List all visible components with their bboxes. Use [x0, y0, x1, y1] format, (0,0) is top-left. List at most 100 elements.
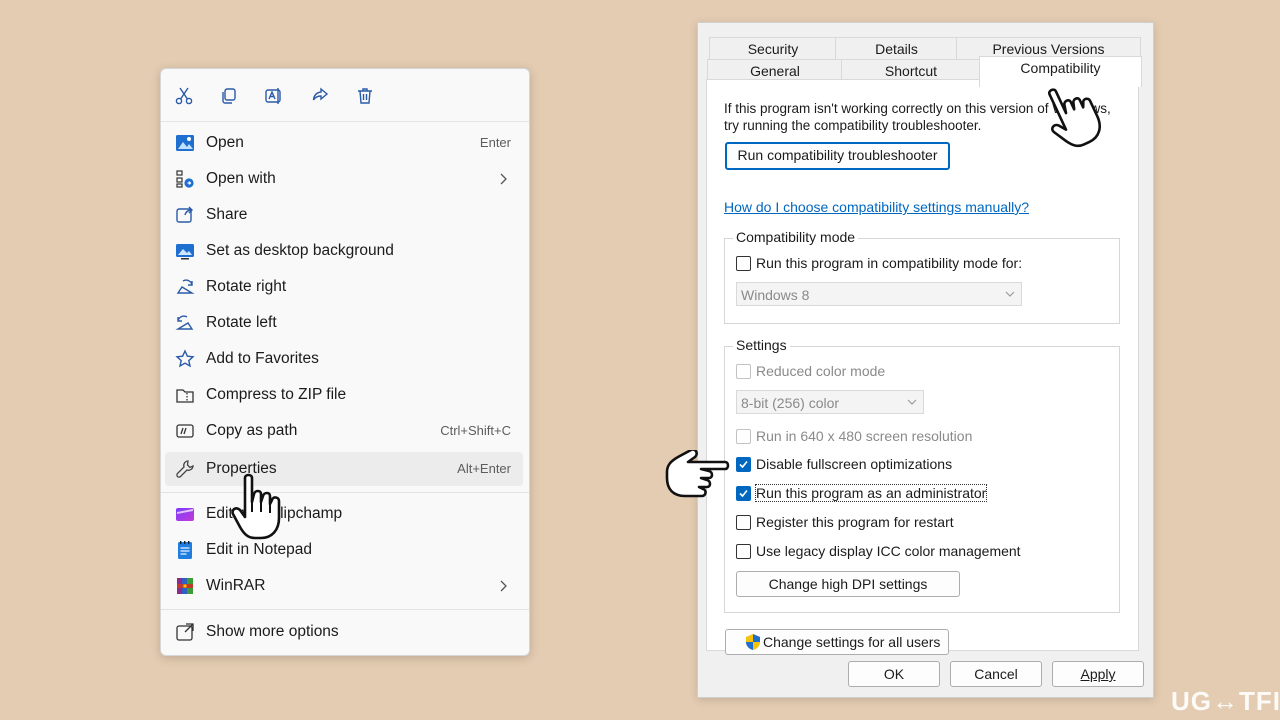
context-menu-toolbar	[161, 69, 529, 122]
legacy-icc-checkbox[interactable]	[736, 544, 751, 559]
menu-item-rotate-right[interactable]: Rotate right	[165, 270, 523, 304]
menu-item-label: Rotate left	[206, 314, 277, 331]
menu-separator	[161, 492, 529, 493]
compat-os-value: Windows 8	[741, 287, 810, 303]
compat-os-select: Windows 8	[736, 282, 1022, 306]
menu-item-label: Copy as path	[206, 422, 298, 439]
open-with-icon	[175, 169, 195, 189]
run-as-admin-checkbox[interactable]	[736, 486, 751, 501]
menu-item-label: WinRAR	[206, 577, 266, 594]
menu-item-share[interactable]: Share	[165, 198, 523, 232]
ok-button[interactable]: OK	[848, 661, 940, 687]
share-icon	[175, 205, 195, 225]
menu-item-label: Rotate right	[206, 278, 287, 295]
run-as-admin-row[interactable]: Run this program as an administrator	[736, 484, 1036, 503]
copy-button[interactable]	[215, 82, 243, 110]
menu-item-label: Open with	[206, 170, 276, 187]
copy-icon	[222, 88, 236, 104]
menu-item-open[interactable]: Open Enter	[165, 126, 523, 160]
reduced-color-label: Reduced color mode	[756, 363, 886, 379]
low-resolution-checkbox	[736, 429, 751, 444]
menu-item-edit-clipchamp[interactable]: Edit with Clipchamp	[165, 497, 523, 531]
menu-item-set-desktop-background[interactable]: Set as desktop background	[165, 234, 523, 268]
compatibility-mode-group: Compatibility mode Run this program in c…	[724, 229, 1120, 324]
menu-item-label: Share	[206, 206, 248, 223]
delete-button[interactable]	[351, 82, 379, 110]
tab-security[interactable]: Security	[709, 37, 837, 60]
settings-group: Settings Reduced color mode 8-bit (256) …	[724, 337, 1120, 613]
checkmark-icon	[739, 489, 748, 498]
fullscreen-opt-checkbox[interactable]	[736, 457, 751, 472]
menu-separator	[161, 609, 529, 610]
compatibility-help-link[interactable]: How do I choose compatibility settings m…	[724, 199, 1029, 215]
rename-button[interactable]	[260, 82, 288, 110]
menu-item-label: Set as desktop background	[206, 242, 394, 259]
all-users-button[interactable]: Change settings for all users	[725, 629, 949, 655]
chevron-down-icon	[1005, 291, 1015, 297]
watermark-logo: UG↔TFIX	[1171, 686, 1280, 716]
winrar-icon	[175, 576, 195, 596]
menu-item-add-to-favorites[interactable]: Add to Favorites	[165, 342, 523, 376]
compat-mode-checkbox-row[interactable]: Run this program in compatibility mode f…	[736, 255, 1066, 273]
menu-item-show-more-options[interactable]: Show more options	[165, 615, 523, 649]
wrench-icon	[175, 459, 195, 479]
run-as-admin-label: Run this program as an administrator	[754, 484, 988, 502]
delete-icon	[358, 88, 372, 104]
pointer-hand-icon	[231, 473, 281, 540]
color-depth-value: 8-bit (256) color	[741, 395, 840, 411]
cancel-button[interactable]: Cancel	[950, 661, 1042, 687]
rotate-right-icon	[175, 277, 195, 297]
pointer-hand-icon	[665, 450, 730, 498]
compat-mode-label: Run this program in compatibility mode f…	[756, 255, 1023, 271]
cut-icon	[175, 87, 193, 105]
uac-shield-icon	[746, 634, 760, 650]
register-restart-checkbox[interactable]	[736, 515, 751, 530]
show-more-icon	[175, 622, 195, 642]
share-icon	[312, 87, 329, 101]
menu-item-rotate-left[interactable]: Rotate left	[165, 306, 523, 340]
reduced-color-row: Reduced color mode	[736, 363, 1036, 381]
reduced-color-checkbox	[736, 364, 751, 379]
menu-item-label: Edit in Notepad	[206, 541, 312, 558]
low-resolution-label: Run in 640 x 480 screen resolution	[756, 428, 973, 444]
menu-item-shortcut: Ctrl+Shift+C	[440, 423, 511, 438]
apply-button[interactable]: Apply	[1052, 661, 1144, 687]
photos-icon	[175, 133, 195, 153]
menu-item-label: Add to Favorites	[206, 350, 319, 367]
menu-item-properties[interactable]: Properties Alt+Enter	[165, 452, 523, 486]
pointer-hand-icon	[1047, 88, 1101, 148]
fullscreen-opt-row[interactable]: Disable fullscreen optimizations	[736, 456, 1036, 474]
clipchamp-icon	[175, 504, 195, 524]
menu-item-label: Show more options	[206, 623, 339, 640]
menu-item-shortcut: Alt+Enter	[457, 461, 511, 476]
star-icon	[175, 349, 195, 369]
legacy-icc-row[interactable]: Use legacy display ICC color management	[736, 543, 1036, 561]
legacy-icc-label: Use legacy display ICC color management	[756, 543, 1021, 559]
chevron-right-icon	[500, 580, 507, 592]
low-resolution-row: Run in 640 x 480 screen resolution	[736, 428, 1036, 446]
settings-title: Settings	[733, 337, 790, 353]
menu-item-compress-zip[interactable]: Compress to ZIP file	[165, 378, 523, 412]
rename-icon	[265, 88, 281, 104]
high-dpi-button[interactable]: Change high DPI settings	[736, 571, 960, 597]
rotate-left-icon	[175, 313, 195, 333]
desktop-background-icon	[175, 241, 195, 261]
menu-item-edit-notepad[interactable]: Edit in Notepad	[165, 533, 523, 567]
cut-button[interactable]	[170, 82, 198, 110]
copy-path-icon	[175, 421, 195, 441]
tab-compatibility[interactable]: Compatibility	[979, 56, 1142, 87]
compatibility-panel: If this program isn't working correctly …	[706, 79, 1139, 655]
menu-item-winrar[interactable]: WinRAR	[165, 569, 523, 603]
share-button[interactable]	[306, 82, 334, 110]
register-restart-row[interactable]: Register this program for restart	[736, 514, 1036, 532]
run-troubleshooter-button[interactable]: Run compatibility troubleshooter	[725, 142, 950, 170]
menu-item-open-with[interactable]: Open with	[165, 162, 523, 196]
fullscreen-opt-label: Disable fullscreen optimizations	[756, 456, 953, 472]
chevron-right-icon	[500, 173, 507, 185]
color-depth-select: 8-bit (256) color	[736, 390, 924, 414]
zip-icon	[175, 385, 195, 405]
tab-details[interactable]: Details	[835, 37, 958, 60]
compat-mode-checkbox[interactable]	[736, 256, 751, 271]
chevron-down-icon	[907, 399, 917, 405]
menu-item-copy-as-path[interactable]: Copy as path Ctrl+Shift+C	[165, 414, 523, 448]
